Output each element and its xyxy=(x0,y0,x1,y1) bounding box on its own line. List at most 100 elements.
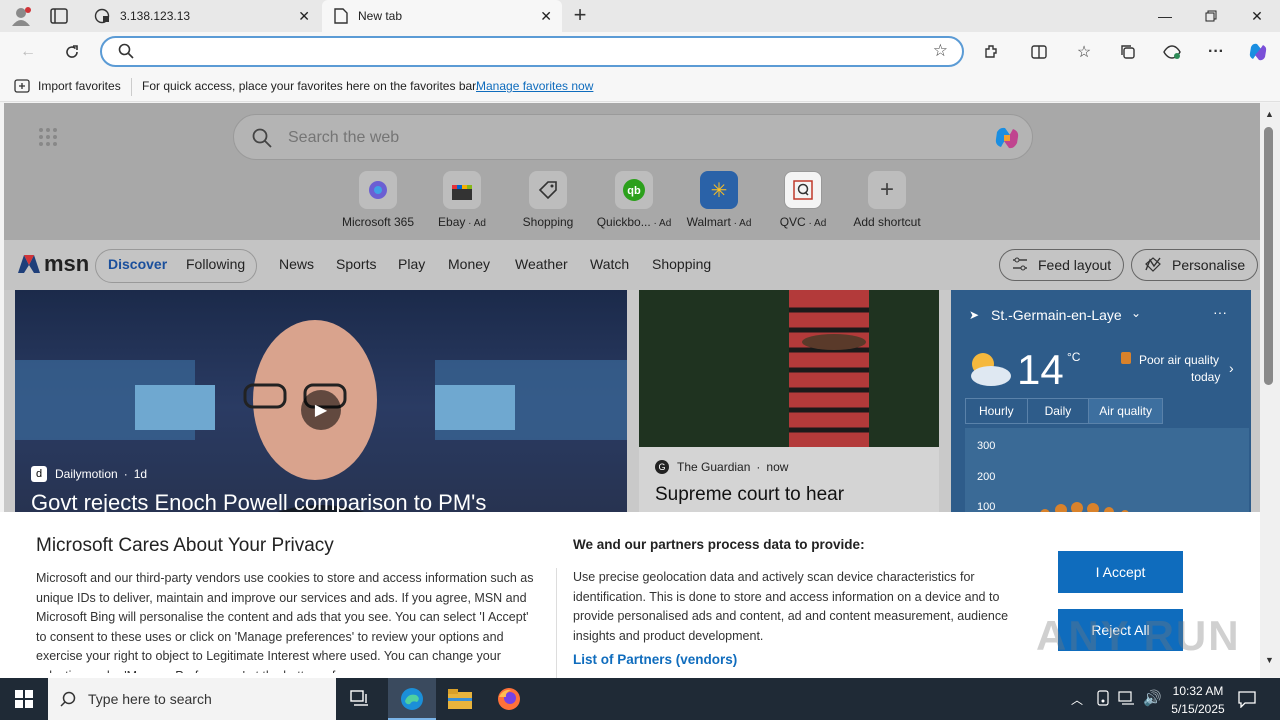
address-bar[interactable]: ☆ xyxy=(100,36,964,67)
shortcut-label: Microsoft 365 xyxy=(341,215,415,229)
nav-weather[interactable]: Weather xyxy=(515,256,568,272)
title-bar: 3.138.123.13 ✕ New tab ✕ + — ✕ xyxy=(0,0,1280,32)
close-icon[interactable]: ✕ xyxy=(540,8,552,25)
air-quality-text: Poor air quality xyxy=(1139,353,1220,367)
edge-taskbar-icon[interactable] xyxy=(388,678,436,720)
weather-card[interactable]: ➤ St.-Germain-en-Laye ⌄ ··· 14 °C Poor a… xyxy=(951,290,1251,550)
apps-launcher-icon[interactable] xyxy=(38,127,58,152)
chevron-right-icon[interactable]: › xyxy=(1229,360,1234,376)
nav-watch[interactable]: Watch xyxy=(590,256,629,272)
nav-money[interactable]: Money xyxy=(448,256,490,272)
firefox-icon[interactable] xyxy=(497,687,521,714)
restore-button[interactable] xyxy=(1188,0,1234,32)
web-search-box[interactable] xyxy=(233,114,1033,160)
msn-logo[interactable]: msn xyxy=(16,251,89,277)
shortcut-label: QVC xyxy=(779,215,806,229)
dot-separator: · xyxy=(756,460,761,474)
weather-tabs: Hourly Daily Air quality xyxy=(965,398,1163,424)
scroll-up-arrow[interactable]: ▲ xyxy=(1265,109,1274,119)
volume-icon[interactable]: 🔊 xyxy=(1143,689,1162,707)
import-favorites-button[interactable]: Import favorites xyxy=(38,79,121,93)
page-scrollbar[interactable]: ▲ ▼ xyxy=(1260,103,1280,677)
guardian-icon: G xyxy=(655,460,669,474)
show-hidden-icons[interactable]: ︿ xyxy=(1071,691,1083,708)
news-card-main[interactable]: ▶ d Dailymotion · 1d Govt rejects Enoch … xyxy=(15,290,627,550)
start-windows-icon[interactable] xyxy=(15,690,33,711)
tab-daily[interactable]: Daily xyxy=(1026,399,1089,423)
shortcut-microsoft-365[interactable]: Microsoft 365 xyxy=(333,171,423,229)
walmart-icon: ✳ xyxy=(700,171,738,209)
device-icon[interactable] xyxy=(1096,690,1110,709)
file-explorer-icon[interactable] xyxy=(448,689,472,712)
minimize-button[interactable]: — xyxy=(1142,0,1188,32)
msn-logo-text: msn xyxy=(44,251,90,276)
search-icon xyxy=(252,128,272,153)
extensions-icon[interactable] xyxy=(977,38,1005,66)
scroll-down-arrow[interactable]: ▼ xyxy=(1265,655,1274,665)
nav-sports[interactable]: Sports xyxy=(336,256,376,272)
shortcut-shopping[interactable]: Shopping xyxy=(503,171,593,229)
personalise-button[interactable]: Personalise xyxy=(1131,249,1259,281)
new-tab-button[interactable]: + xyxy=(568,4,592,28)
shortcut-qvc[interactable]: QVC · Ad xyxy=(758,171,848,229)
dot-separator: · xyxy=(123,467,128,481)
tab-discover[interactable]: Discover xyxy=(108,256,167,272)
favorite-star-icon[interactable]: ☆ xyxy=(933,41,948,61)
close-icon[interactable]: ✕ xyxy=(298,8,310,25)
news-age: 1d xyxy=(133,467,148,481)
axis-label: 300 xyxy=(977,440,996,452)
tab-following[interactable]: Following xyxy=(186,256,245,272)
shortcut-label: Walmart xyxy=(686,215,731,229)
split-screen-icon[interactable] xyxy=(1025,38,1053,66)
ad-label: · Ad xyxy=(650,218,672,229)
privacy-consent-banner: Microsoft Cares About Your Privacy Micro… xyxy=(0,512,1260,678)
privacy-title: Microsoft Cares About Your Privacy xyxy=(36,535,334,556)
back-icon[interactable]: ← xyxy=(14,38,42,66)
chevron-down-icon[interactable]: ⌄ xyxy=(1131,306,1141,320)
tab-actions-icon[interactable] xyxy=(50,8,68,24)
manage-favorites-link[interactable]: Manage favorites now xyxy=(476,79,593,93)
nav-shopping[interactable]: Shopping xyxy=(652,256,711,272)
network-icon[interactable] xyxy=(1118,690,1136,709)
tab-new[interactable]: New tab ✕ xyxy=(322,0,562,32)
close-window-button[interactable]: ✕ xyxy=(1234,0,1280,32)
collections-icon[interactable] xyxy=(1114,38,1142,66)
partners-link[interactable]: List of Partners (vendors) xyxy=(573,652,737,667)
page-icon xyxy=(334,8,348,24)
tab-hourly[interactable]: Hourly xyxy=(966,399,1027,423)
scrollbar-thumb[interactable] xyxy=(1264,127,1273,385)
refresh-icon[interactable] xyxy=(58,38,86,66)
favorites-icon[interactable]: ☆ xyxy=(1070,38,1098,66)
shortcut-walmart[interactable]: ✳ Walmart · Ad xyxy=(674,171,764,229)
air-quality-icon xyxy=(1121,352,1131,364)
more-options-icon[interactable]: ··· xyxy=(1213,304,1227,320)
accept-button[interactable]: I Accept xyxy=(1058,551,1183,593)
news-card-secondary[interactable]: G The Guardian · now Supreme court to he… xyxy=(639,290,939,550)
web-search-input[interactable] xyxy=(288,126,968,150)
feed-layout-button[interactable]: Feed layout xyxy=(999,249,1125,281)
play-button[interactable]: ▶ xyxy=(301,390,341,430)
weather-location[interactable]: St.-Germain-en-Laye xyxy=(991,307,1122,323)
nav-news[interactable]: News xyxy=(279,256,314,272)
shopping-tag-icon xyxy=(529,171,567,209)
taskbar-search-box[interactable]: Type here to search xyxy=(48,678,336,720)
task-view-icon[interactable] xyxy=(350,690,370,711)
shortcut-add[interactable]: + Add shortcut xyxy=(842,171,932,229)
new-tab-header: Microsoft 365 Ebay · Ad Shopping qb Quic… xyxy=(4,103,1260,240)
copilot-search-icon[interactable] xyxy=(992,125,1022,156)
notification-icon[interactable] xyxy=(1238,690,1256,711)
profile-icon[interactable] xyxy=(10,6,32,26)
tab-remote[interactable]: 3.138.123.13 ✕ xyxy=(84,0,322,32)
more-options-icon[interactable]: ··· xyxy=(1202,38,1230,66)
news-headline[interactable]: Supreme court to hear xyxy=(655,484,844,506)
tab-air-quality[interactable]: Air quality xyxy=(1088,399,1162,423)
browser-toolbar: ← ☆ ☆ ··· xyxy=(0,32,1280,72)
clock-time[interactable]: 10:32 AM xyxy=(1169,684,1227,698)
shortcut-quickbooks[interactable]: qb Quickbo... · Ad xyxy=(589,171,679,229)
clock-date[interactable]: 5/15/2025 xyxy=(1166,702,1230,716)
nav-play[interactable]: Play xyxy=(398,256,425,272)
copilot-icon[interactable] xyxy=(1244,38,1272,66)
privacy-body: Microsoft and our third-party vendors us… xyxy=(36,571,534,673)
browser-essentials-icon[interactable] xyxy=(1158,38,1186,66)
shortcut-ebay[interactable]: Ebay · Ad xyxy=(417,171,507,229)
